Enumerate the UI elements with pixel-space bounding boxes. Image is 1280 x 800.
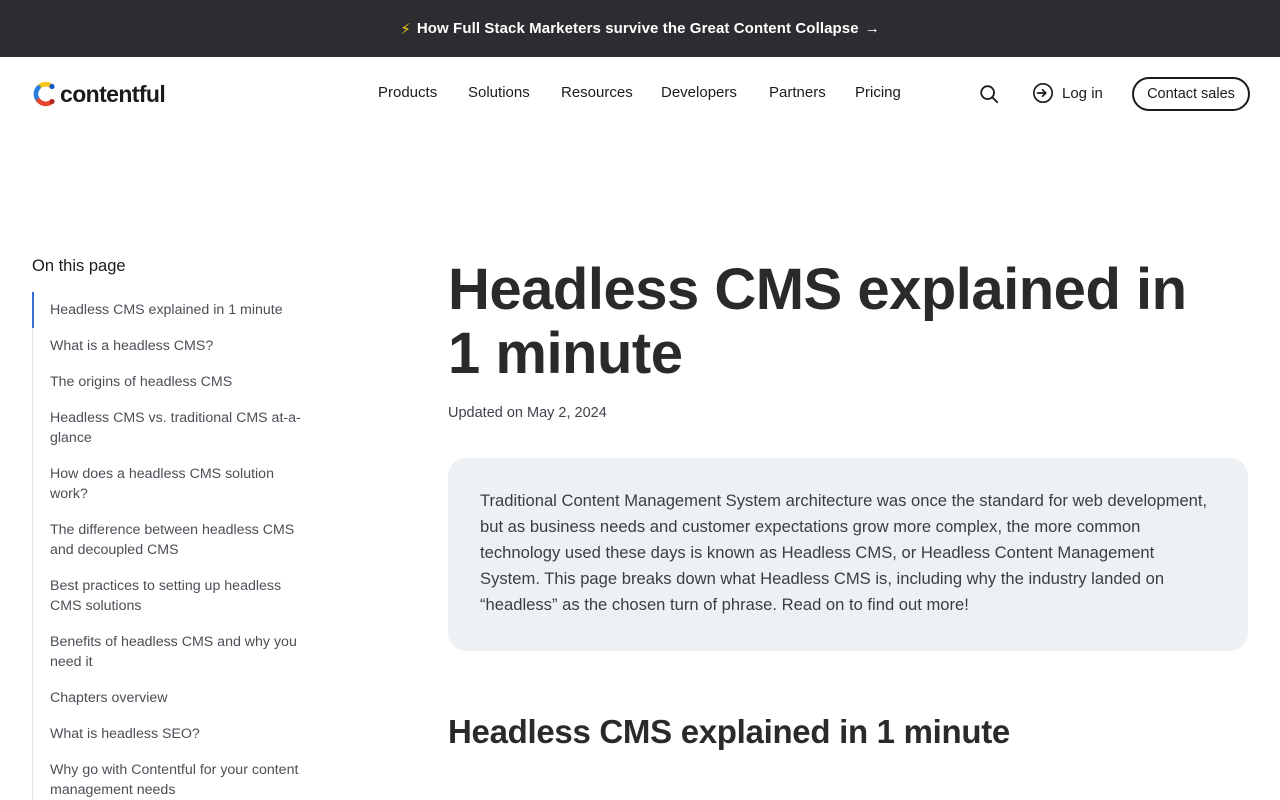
contentful-logo[interactable]: contentful [32, 79, 166, 109]
updated-date: Updated on May 2, 2024 [448, 405, 607, 421]
page-title: Headless CMS explained in 1 minute [448, 257, 1187, 386]
logo-text: contentful [60, 80, 166, 107]
toc-item-chapters[interactable]: Chapters overview [32, 688, 312, 708]
toc-item-what-is[interactable]: What is a headless CMS? [32, 336, 312, 356]
login-label: Log in [1062, 84, 1103, 102]
login-link[interactable]: Log in [1032, 82, 1103, 104]
lightning-bolt-icon: ⚡ [400, 20, 411, 38]
toc-item-benefits[interactable]: Benefits of headless CMS and why you nee… [32, 632, 312, 672]
nav-developers[interactable]: Developers [661, 84, 737, 101]
contentful-logo-icon [33, 81, 55, 107]
toc-item-origins[interactable]: The origins of headless CMS [32, 372, 312, 392]
toc-item-vs-traditional[interactable]: Headless CMS vs. traditional CMS at-a-gl… [32, 408, 312, 448]
toc-list: Headless CMS explained in 1 minute What … [32, 291, 312, 800]
section-heading: Headless CMS explained in 1 minute [448, 713, 1010, 750]
toc-item-explained[interactable]: Headless CMS explained in 1 minute [32, 292, 312, 328]
nav-solutions[interactable]: Solutions [468, 84, 530, 101]
nav-partners[interactable]: Partners [769, 84, 826, 101]
nav-products[interactable]: Products [378, 84, 437, 101]
announcement-bar[interactable]: ⚡ How Full Stack Marketers survive the G… [0, 0, 1280, 57]
nav-pricing[interactable]: Pricing [855, 84, 901, 101]
login-icon [1033, 83, 1053, 103]
contact-sales-button[interactable]: Contact sales [1132, 77, 1250, 111]
toc-item-how-it-works[interactable]: How does a headless CMS solution work? [32, 464, 312, 504]
toc-item-why-contentful[interactable]: Why go with Contentful for your content … [32, 760, 312, 800]
search-icon[interactable] [978, 83, 1000, 105]
toc-item-best-practices[interactable]: Best practices to setting up headless CM… [32, 576, 312, 616]
toc-item-decoupled[interactable]: The difference between headless CMS and … [32, 520, 312, 560]
intro-text: Traditional Content Management System ar… [480, 491, 1208, 614]
intro-callout: Traditional Content Management System ar… [448, 458, 1248, 651]
toc-item-headless-seo[interactable]: What is headless SEO? [32, 724, 312, 744]
announcement-text[interactable]: How Full Stack Marketers survive the Gre… [417, 20, 859, 37]
toc-title: On this page [32, 257, 126, 275]
site-header: contentful Products Solutions Resources … [0, 57, 1280, 131]
arrow-right-icon: → [864, 20, 880, 37]
nav-resources[interactable]: Resources [561, 84, 633, 101]
